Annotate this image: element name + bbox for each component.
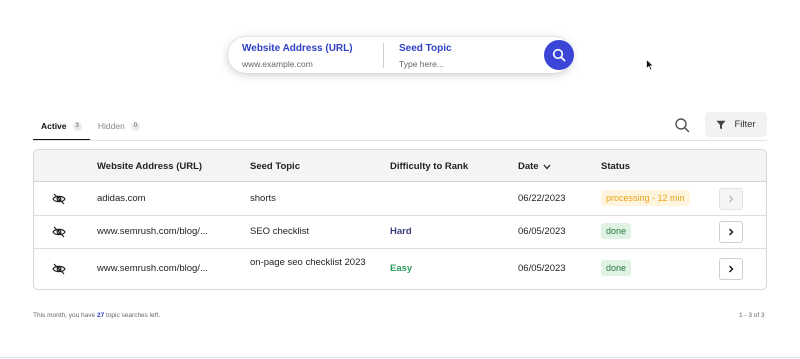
filter-button[interactable]: Filter bbox=[705, 112, 767, 137]
tab-hidden-count: 0 bbox=[130, 122, 141, 131]
table-row: www.semrush.com/blog/... SEO checklist H… bbox=[34, 216, 766, 248]
chevron-right-icon bbox=[729, 265, 734, 273]
search-divider bbox=[383, 43, 384, 68]
chevron-down-icon bbox=[543, 164, 551, 169]
eye-off-icon[interactable] bbox=[52, 263, 66, 275]
row-open-button[interactable] bbox=[719, 188, 743, 210]
cursor-icon bbox=[646, 59, 654, 71]
url-input[interactable] bbox=[242, 58, 382, 70]
searches-left-note: This month, you have 27 topic searches l… bbox=[33, 312, 160, 319]
table-header: Website Address (URL) Seed Topic Difficu… bbox=[34, 150, 766, 182]
row-open-button[interactable] bbox=[719, 258, 743, 280]
status-badge: done bbox=[601, 223, 632, 239]
chevron-right-icon bbox=[729, 195, 734, 203]
searches-left-count: 27 bbox=[96, 312, 105, 319]
row-date: 06/05/2023 bbox=[518, 226, 566, 237]
url-field-label: Website Address (URL) bbox=[242, 43, 353, 54]
row-difficulty: Hard bbox=[390, 226, 412, 237]
table-row: adidas.com shorts 06/22/2023 processing … bbox=[34, 183, 766, 215]
header-seed: Seed Topic bbox=[250, 161, 300, 172]
row-date: 06/05/2023 bbox=[518, 263, 566, 274]
tab-hidden[interactable]: Hidden 0 bbox=[90, 117, 148, 141]
status-badge: processing - 12 min bbox=[601, 190, 690, 206]
filter-button-label: Filter bbox=[734, 119, 756, 130]
header-difficulty: Difficulty to Rank bbox=[390, 161, 469, 172]
row-open-button[interactable] bbox=[719, 221, 743, 243]
row-url: adidas.com bbox=[97, 193, 146, 204]
search-submit-button[interactable] bbox=[544, 40, 574, 70]
seed-field[interactable]: Seed Topic bbox=[399, 42, 529, 70]
tab-active-label: Active bbox=[41, 121, 67, 131]
filter-icon bbox=[716, 120, 726, 129]
header-url: Website Address (URL) bbox=[97, 161, 203, 172]
header-date[interactable]: Date bbox=[518, 161, 551, 172]
search-icon bbox=[552, 48, 566, 62]
chevron-right-icon bbox=[729, 228, 734, 236]
row-difficulty: Easy bbox=[390, 263, 413, 274]
search-icon[interactable] bbox=[674, 117, 690, 133]
search-bar: Website Address (URL) Seed Topic bbox=[228, 37, 574, 73]
seed-field-label: Seed Topic bbox=[399, 43, 452, 54]
pagination-info: 1 - 3 of 3 bbox=[739, 312, 765, 319]
url-field[interactable]: Website Address (URL) bbox=[242, 42, 382, 70]
row-url: www.semrush.com/blog/... bbox=[97, 263, 208, 274]
searches-left-suffix: topic searches left. bbox=[106, 312, 161, 319]
eye-off-icon[interactable] bbox=[52, 193, 66, 205]
tab-active[interactable]: Active 3 bbox=[33, 117, 90, 141]
tabs-divider bbox=[33, 140, 767, 141]
header-date-label: Date bbox=[518, 161, 539, 172]
seed-input[interactable] bbox=[399, 58, 529, 70]
row-seed: shorts bbox=[250, 193, 276, 204]
table-row: www.semrush.com/blog/... on-page seo che… bbox=[34, 249, 766, 289]
tab-bar: Active 3 Hidden 0 bbox=[33, 117, 148, 141]
row-date: 06/22/2023 bbox=[518, 193, 566, 204]
tab-active-count: 3 bbox=[72, 122, 82, 131]
eye-off-icon[interactable] bbox=[52, 226, 66, 238]
status-badge: done bbox=[601, 260, 632, 276]
bottom-divider bbox=[0, 357, 800, 358]
header-status: Status bbox=[601, 161, 631, 172]
row-seed: on-page seo checklist 2023 bbox=[250, 257, 366, 268]
tab-hidden-label: Hidden bbox=[97, 121, 125, 131]
searches-left-prefix: This month, you have bbox=[33, 312, 96, 319]
results-table: Website Address (URL) Seed Topic Difficu… bbox=[33, 149, 767, 290]
row-seed: SEO checklist bbox=[250, 226, 310, 237]
row-url: www.semrush.com/blog/... bbox=[97, 226, 208, 237]
